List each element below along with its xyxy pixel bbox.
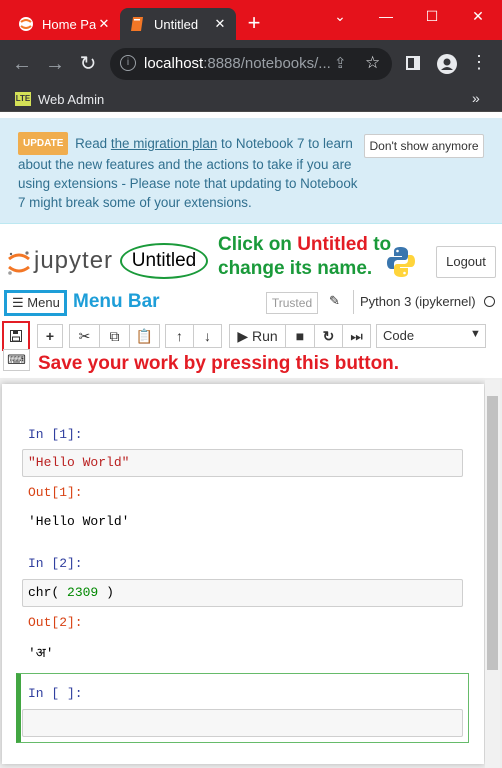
cut-button[interactable]: ✂ <box>69 324 100 348</box>
pencil-icon[interactable]: ✎ <box>329 293 340 309</box>
arrow-down-icon: ↓ <box>204 328 211 344</box>
close-icon[interactable]: ✕ <box>212 16 228 32</box>
forward-arrow-icon[interactable]: → <box>43 52 67 76</box>
menubar-annotation: Menu Bar <box>73 291 160 312</box>
lte-favicon-icon: LTE <box>15 92 31 106</box>
cell-output: 'Hello World' <box>28 514 130 529</box>
back-arrow-icon[interactable]: ← <box>10 52 34 76</box>
keyboard-icon: ⌨ <box>7 352 26 367</box>
star-icon[interactable]: ☆ <box>365 53 380 73</box>
scissors-icon: ✂ <box>78 328 91 344</box>
jupyter-wordmark[interactable]: jupyter <box>34 247 113 275</box>
tab-search-chevron-icon[interactable]: ⌄ <box>328 4 352 28</box>
cell-output: 'अ' <box>28 646 54 661</box>
tab-title: Untitled <box>154 16 199 32</box>
arrow-up-icon: ↑ <box>176 328 183 344</box>
tab-title: Home Pa <box>42 16 96 32</box>
paste-icon: 📋 <box>135 328 154 344</box>
play-icon: ▶ <box>237 328 249 344</box>
window-close-icon[interactable]: ✕ <box>466 4 490 28</box>
chevron-down-icon: ▼ <box>470 328 481 340</box>
reload-icon[interactable]: ↻ <box>76 52 100 76</box>
migration-plan-link[interactable]: the migration plan <box>111 136 217 151</box>
trusted-indicator[interactable]: Trusted <box>266 292 318 314</box>
address-bar[interactable]: i localhost:8888/notebooks/... ⇪ ☆ <box>110 48 392 80</box>
bookmark-web-admin[interactable]: Web Admin <box>38 92 104 107</box>
python-logo-icon <box>386 246 416 283</box>
save-annotation: Save your work by pressing this button. <box>38 353 400 374</box>
jupyter-favicon-icon <box>18 16 34 32</box>
code-input[interactable]: "Hello World" <box>22 449 463 477</box>
keyboard-shortcuts-button[interactable]: ⌨ <box>3 349 30 371</box>
dont-show-anymore-button[interactable]: Don't show anymore <box>364 134 484 158</box>
out-prompt: Out[1]: <box>28 485 83 500</box>
notebook-favicon-icon <box>130 16 146 32</box>
profile-icon[interactable] <box>437 54 457 74</box>
move-up-button[interactable]: ↑ <box>165 324 194 348</box>
menu-button[interactable]: ☰ Menu <box>4 290 67 316</box>
code-input-empty[interactable] <box>22 709 463 737</box>
new-tab-plus-icon[interactable]: + <box>244 12 264 36</box>
maximize-icon[interactable]: ☐ <box>420 4 444 28</box>
hamburger-icon: ☰ <box>12 295 24 310</box>
notebook-name[interactable]: Untitled <box>120 243 208 279</box>
share-icon[interactable]: ⇪ <box>334 54 347 72</box>
tab-untitled[interactable]: Untitled ✕ <box>120 8 236 40</box>
insert-cell-button[interactable]: + <box>37 324 63 348</box>
stop-icon: ■ <box>295 328 305 344</box>
bookmarks-overflow-icon[interactable]: » <box>472 90 480 106</box>
kebab-menu-icon[interactable]: ⋮ <box>470 52 488 73</box>
restart-icon: ↻ <box>322 328 335 344</box>
in-prompt: In [1]: <box>28 427 83 442</box>
jupyter-logo-icon[interactable] <box>6 250 32 281</box>
fast-forward-icon: ⏭ <box>350 328 363 344</box>
kernel-name[interactable]: Python 3 (ipykernel) <box>360 294 476 309</box>
run-button[interactable]: ▶ Run <box>229 324 286 348</box>
update-badge: UPDATE <box>18 132 69 155</box>
banner-message: UPDATE Read the migration plan to Notebo… <box>18 132 362 212</box>
close-icon[interactable]: ✕ <box>96 16 112 32</box>
tab-home[interactable]: Home Pa ✕ <box>8 8 120 40</box>
info-icon[interactable]: i <box>120 55 136 71</box>
restart-button[interactable]: ↻ <box>314 324 343 348</box>
copy-icon: ⧉ <box>109 328 120 344</box>
in-prompt: In [2]: <box>28 556 83 571</box>
interrupt-button[interactable]: ■ <box>285 324 315 348</box>
save-button[interactable] <box>2 321 30 351</box>
plus-icon: + <box>45 328 55 344</box>
restart-run-all-button[interactable]: ⏭ <box>342 324 371 348</box>
out-prompt: Out[2]: <box>28 615 83 630</box>
minimize-icon[interactable]: — <box>374 4 398 28</box>
scrollbar-thumb[interactable] <box>487 396 498 670</box>
url-text[interactable]: localhost:8888/notebooks/... <box>144 55 331 72</box>
logout-button[interactable]: Logout <box>436 246 496 278</box>
sidepanel-icon[interactable] <box>406 56 420 70</box>
in-prompt: In [ ]: <box>28 686 83 701</box>
floppy-disk-icon <box>10 330 22 342</box>
copy-button[interactable]: ⧉ <box>99 324 130 348</box>
divider <box>353 290 354 314</box>
kernel-status-icon <box>484 296 495 307</box>
move-down-button[interactable]: ↓ <box>193 324 222 348</box>
code-input[interactable]: chr( 2309 ) <box>22 579 463 607</box>
rename-annotation: Click on Untitled to change its name. <box>218 234 392 279</box>
paste-button[interactable]: 📋 <box>129 324 160 348</box>
